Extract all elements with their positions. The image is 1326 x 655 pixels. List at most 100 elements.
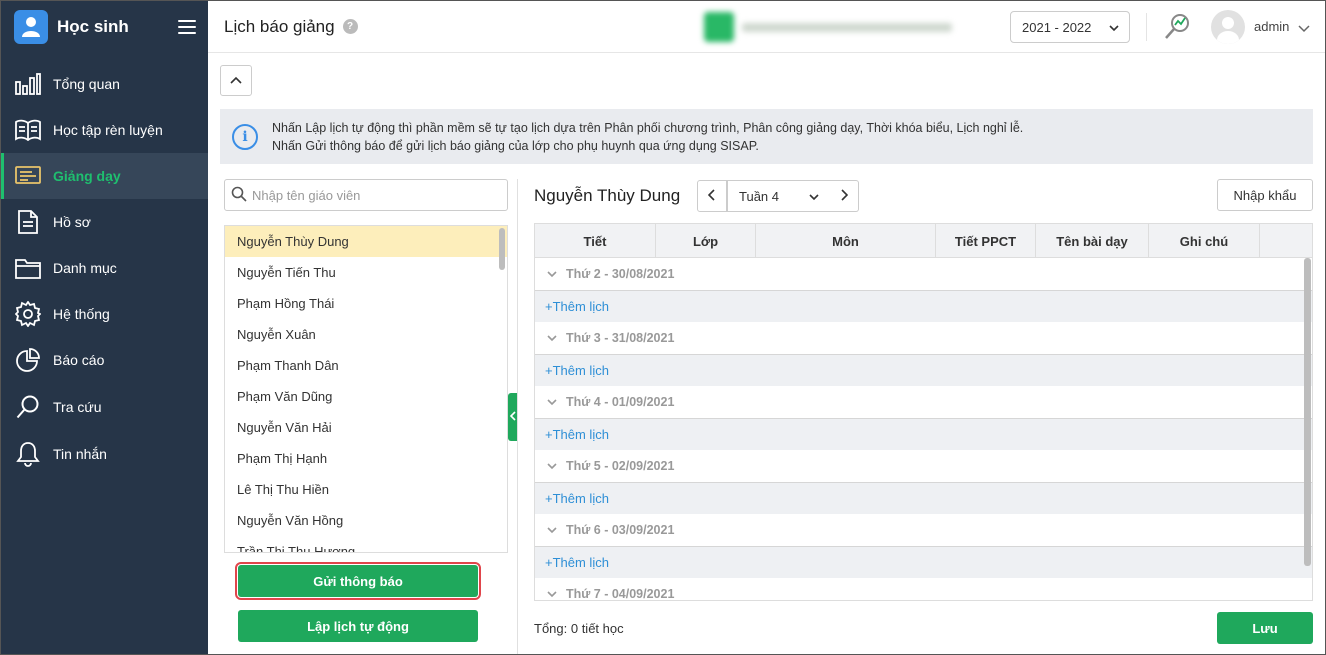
column-header[interactable]: Tiết PPCT bbox=[936, 224, 1036, 258]
search-icon bbox=[231, 186, 247, 205]
header-divider bbox=[1146, 13, 1147, 41]
list-item[interactable]: Phạm Thị Hạnh bbox=[225, 443, 507, 474]
table-scrollbar[interactable] bbox=[1304, 258, 1311, 566]
chevron-down-icon bbox=[547, 331, 557, 345]
day-label: Thứ 7 - 04/09/2021 bbox=[566, 587, 675, 601]
list-item[interactable]: Trần Thị Thu Hương bbox=[225, 536, 507, 552]
list-item[interactable]: Nguyễn Văn Hồng bbox=[225, 505, 507, 536]
day-group-row[interactable]: Thứ 5 - 02/09/2021 bbox=[535, 450, 1312, 482]
sidebar-item-label: Tra cứu bbox=[53, 399, 102, 415]
teacher-search-input[interactable] bbox=[252, 187, 492, 203]
list-item[interactable]: Nguyễn Xuân bbox=[225, 319, 507, 350]
info-icon: i bbox=[232, 123, 258, 150]
user-name[interactable]: admin bbox=[1254, 19, 1289, 34]
add-schedule-link[interactable]: +Thêm lịch bbox=[535, 546, 1312, 578]
sidebar-item-label: Danh mục bbox=[53, 260, 117, 276]
school-year-select[interactable]: 2021 - 2022 bbox=[1010, 11, 1130, 43]
week-select[interactable]: Tuần 4 bbox=[727, 180, 829, 212]
sidebar-item-label: Hồ sơ bbox=[53, 214, 91, 230]
collapse-info-button[interactable] bbox=[220, 65, 252, 96]
list-item[interactable]: Nguyễn Thùy Dung bbox=[225, 226, 507, 257]
day-label: Thứ 6 - 03/09/2021 bbox=[566, 523, 675, 537]
column-header-spacer bbox=[1260, 224, 1312, 258]
list-item[interactable]: Nguyễn Tiến Thu bbox=[225, 257, 507, 288]
avatar[interactable] bbox=[1211, 10, 1245, 44]
sidebar-item-label: Tổng quan bbox=[53, 76, 120, 92]
chevron-down-icon bbox=[547, 267, 557, 281]
school-year-value: 2021 - 2022 bbox=[1022, 19, 1092, 35]
day-label: Thứ 3 - 31/08/2021 bbox=[566, 331, 675, 345]
column-header[interactable]: Tiết bbox=[535, 224, 656, 258]
add-schedule-link[interactable]: +Thêm lịch bbox=[535, 354, 1312, 386]
analytics-search-icon[interactable] bbox=[1162, 12, 1192, 45]
teacher-list-scrollbar[interactable] bbox=[499, 228, 505, 270]
book-icon bbox=[14, 116, 42, 144]
column-header[interactable]: Lớp bbox=[656, 224, 756, 258]
school-info-blurred bbox=[704, 11, 969, 43]
list-item[interactable]: Phạm Văn Dũng bbox=[225, 381, 507, 412]
column-header[interactable]: Ghi chú bbox=[1149, 224, 1260, 258]
sidebar-item-tra-cuu[interactable]: Tra cứu bbox=[1, 383, 208, 431]
panel-splitter bbox=[517, 179, 518, 654]
send-notification-button[interactable]: Gửi thông báo bbox=[235, 562, 481, 600]
collapse-panel-handle[interactable] bbox=[508, 393, 517, 441]
total-periods: Tổng: 0 tiết học bbox=[534, 621, 624, 636]
help-icon[interactable]: ? bbox=[342, 19, 358, 34]
document-icon bbox=[14, 208, 42, 236]
list-item[interactable]: Phạm Thanh Dân bbox=[225, 350, 507, 381]
chevron-down-icon[interactable] bbox=[1298, 21, 1310, 36]
page-title: Lịch báo giảng bbox=[224, 16, 335, 36]
column-header[interactable]: Môn bbox=[756, 224, 936, 258]
menu-toggle-icon[interactable] bbox=[178, 20, 196, 34]
add-schedule-link[interactable]: +Thêm lịch bbox=[535, 482, 1312, 514]
sidebar: Học sinh Tổng quan Học tập rèn luyện Giả… bbox=[1, 1, 208, 654]
chevron-left-icon bbox=[509, 410, 516, 424]
info-line-1: Nhấn Lập lịch tự động thì phần mềm sẽ tự… bbox=[272, 120, 1024, 135]
teacher-search-box bbox=[224, 179, 508, 211]
column-header[interactable]: Tên bài dạy bbox=[1036, 224, 1149, 258]
sidebar-item-label: Báo cáo bbox=[53, 352, 105, 368]
schedule-table: Tiết Lớp Môn Tiết PPCT Tên bài dạy Ghi c… bbox=[534, 223, 1313, 601]
day-group-row[interactable]: Thứ 3 - 31/08/2021 bbox=[535, 322, 1312, 354]
top-header: Lịch báo giảng ? 2021 - 2022 admin bbox=[208, 1, 1325, 53]
app-title: Học sinh bbox=[57, 17, 129, 36]
day-group-row[interactable]: Thứ 7 - 04/09/2021 bbox=[535, 578, 1312, 601]
next-week-button[interactable] bbox=[829, 180, 859, 212]
chevron-down-icon bbox=[547, 459, 557, 473]
sidebar-item-he-thong[interactable]: Hệ thống bbox=[1, 291, 208, 337]
sidebar-item-label: Hệ thống bbox=[53, 306, 110, 322]
sidebar-item-label: Giảng dạy bbox=[53, 168, 121, 184]
user-icon bbox=[14, 10, 48, 44]
sidebar-item-label: Học tập rèn luyện bbox=[53, 122, 163, 138]
sidebar-item-hoc-tap[interactable]: Học tập rèn luyện bbox=[1, 107, 208, 153]
day-label: Thứ 4 - 01/09/2021 bbox=[566, 395, 675, 409]
chevron-down-icon bbox=[809, 190, 819, 205]
add-schedule-link[interactable]: +Thêm lịch bbox=[535, 290, 1312, 322]
auto-schedule-button[interactable]: Lập lịch tự động bbox=[238, 610, 478, 642]
gear-icon bbox=[14, 300, 42, 328]
sidebar-item-bao-cao[interactable]: Báo cáo bbox=[1, 337, 208, 383]
day-label: Thứ 2 - 30/08/2021 bbox=[566, 267, 675, 281]
list-item[interactable]: Phạm Hồng Thái bbox=[225, 288, 507, 319]
import-button[interactable]: Nhập khẩu bbox=[1217, 179, 1313, 211]
sidebar-item-tin-nhan[interactable]: Tin nhắn bbox=[1, 431, 208, 477]
pie-chart-icon bbox=[14, 346, 42, 374]
sidebar-item-ho-so[interactable]: Hồ sơ bbox=[1, 199, 208, 245]
teaching-board-icon bbox=[14, 162, 42, 190]
bell-icon bbox=[14, 440, 42, 468]
save-button[interactable]: Lưu bbox=[1217, 612, 1313, 644]
day-group-row[interactable]: Thứ 2 - 30/08/2021 bbox=[535, 258, 1312, 290]
list-item[interactable]: Lê Thị Thu Hiền bbox=[225, 474, 507, 505]
brand: Học sinh bbox=[1, 1, 208, 53]
day-label: Thứ 5 - 02/09/2021 bbox=[566, 459, 675, 473]
day-group-row[interactable]: Thứ 4 - 01/09/2021 bbox=[535, 386, 1312, 418]
sidebar-item-danh-muc[interactable]: Danh mục bbox=[1, 245, 208, 291]
prev-week-button[interactable] bbox=[697, 180, 727, 212]
list-item[interactable]: Nguyễn Văn Hải bbox=[225, 412, 507, 443]
chevron-down-icon bbox=[1109, 21, 1119, 36]
sidebar-item-giang-day[interactable]: Giảng dạy bbox=[1, 153, 208, 199]
add-schedule-link[interactable]: +Thêm lịch bbox=[535, 418, 1312, 450]
chevron-left-icon bbox=[707, 188, 716, 204]
sidebar-item-tong-quan[interactable]: Tổng quan bbox=[1, 61, 208, 107]
day-group-row[interactable]: Thứ 6 - 03/09/2021 bbox=[535, 514, 1312, 546]
